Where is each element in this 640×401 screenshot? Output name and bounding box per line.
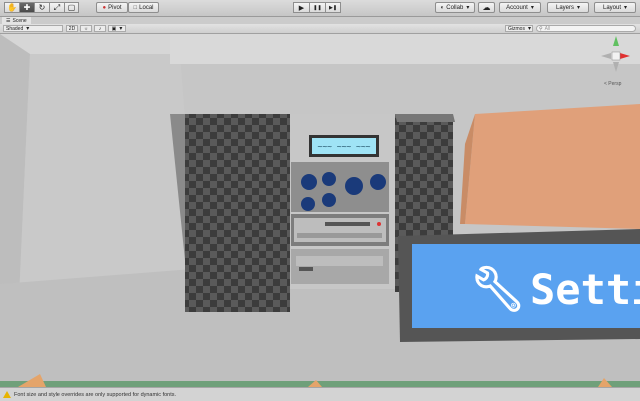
deck-slot bbox=[325, 222, 370, 226]
scene-viewport[interactable]: ~~~ ~~~ ~~~ 🔧︎ Settin bbox=[0, 34, 640, 387]
mode-2d-toggle[interactable]: 2D bbox=[66, 25, 78, 32]
lighting-toggle[interactable]: ☼ bbox=[80, 25, 92, 32]
shading-mode-dropdown[interactable]: Shaded bbox=[3, 25, 63, 32]
local-label: Local bbox=[139, 4, 154, 11]
layers-dropdown[interactable]: Layers bbox=[547, 2, 589, 13]
local-icon: □ bbox=[133, 4, 138, 11]
knob-3 bbox=[345, 177, 363, 195]
left-speaker bbox=[185, 114, 290, 312]
collab-label: Collab bbox=[446, 4, 464, 11]
layout-dropdown[interactable]: Layout bbox=[594, 2, 636, 13]
knob-6 bbox=[322, 193, 336, 207]
gizmo-persp-label: < Persp bbox=[604, 81, 622, 87]
collab-icon: ◐ bbox=[440, 4, 445, 11]
step-icon: ▶❚ bbox=[328, 4, 338, 11]
playback-controls: ▶ ❚❚ ▶❚ bbox=[293, 2, 341, 13]
scene-tab-label: Scene bbox=[12, 17, 27, 24]
scale-icon: ⤢ bbox=[53, 2, 61, 12]
deck-strip bbox=[297, 233, 382, 238]
pivot-label: Pivot bbox=[108, 4, 122, 11]
layers-label: Layers bbox=[555, 4, 574, 11]
hand-tool-button[interactable]: ✋ bbox=[4, 2, 19, 13]
rect-tool-button[interactable]: ▢ bbox=[64, 2, 79, 13]
play-button[interactable]: ▶ bbox=[293, 2, 309, 13]
pause-icon: ❚❚ bbox=[313, 4, 322, 11]
ceiling bbox=[170, 34, 640, 64]
lower-slot bbox=[296, 256, 383, 266]
scene-tab-bar: ☰ Scene bbox=[0, 17, 640, 24]
gizmos-dropdown[interactable]: Gizmos bbox=[505, 25, 533, 32]
main-toolbar: ✋ ✚ ↻ ⤢ ▢ ● Pivot □ Local ▶ ❚❚ ▶❚ ◐ Coll… bbox=[0, 0, 640, 17]
wrench-icon: 🔧︎ bbox=[470, 264, 526, 315]
scene-search-field[interactable]: ⚲ All bbox=[536, 25, 636, 32]
audio-icon: ♪ bbox=[98, 25, 102, 32]
status-bar: Font size and style overrides are only s… bbox=[0, 387, 640, 401]
scene-render: ~~~ ~~~ ~~~ 🔧︎ Settin bbox=[0, 34, 640, 387]
tab-scene[interactable]: ☰ Scene bbox=[2, 17, 31, 24]
settings-sign: 🔧︎ Settin bbox=[398, 229, 640, 342]
gizmos-label: Gizmos bbox=[508, 25, 525, 32]
stereo-display-text: ~~~ ~~~ ~~~ bbox=[318, 142, 371, 151]
deck-led bbox=[377, 222, 381, 226]
knob-2 bbox=[322, 172, 336, 186]
effects-toggle[interactable]: ▣ bbox=[108, 25, 126, 32]
rect-icon: ▢ bbox=[67, 2, 76, 12]
move-icon: ✚ bbox=[23, 2, 31, 12]
rotate-icon: ↻ bbox=[38, 2, 46, 12]
audio-toggle[interactable]: ♪ bbox=[94, 25, 106, 32]
mode-2d-label: 2D bbox=[68, 25, 76, 32]
pause-button[interactable]: ❚❚ bbox=[309, 2, 325, 13]
play-icon: ▶ bbox=[298, 4, 305, 12]
gizmo-center bbox=[611, 51, 621, 61]
scene-icon: ☰ bbox=[6, 17, 11, 24]
knob-1 bbox=[301, 174, 317, 190]
status-message[interactable]: Font size and style overrides are only s… bbox=[14, 392, 176, 398]
account-dropdown[interactable]: Account bbox=[499, 2, 541, 13]
scene-search-placeholder: All bbox=[544, 25, 551, 32]
rotate-tool-button[interactable]: ↻ bbox=[34, 2, 49, 13]
settings-sign-label: Settin bbox=[530, 265, 640, 314]
step-button[interactable]: ▶❚ bbox=[325, 2, 341, 13]
deck-face bbox=[294, 218, 386, 242]
speaker-top bbox=[395, 114, 455, 122]
layout-label: Layout bbox=[602, 4, 621, 11]
pivot-toggle[interactable]: ● Pivot bbox=[96, 2, 128, 13]
local-toggle[interactable]: □ Local bbox=[128, 2, 159, 13]
knob-4 bbox=[370, 174, 386, 190]
move-tool-button[interactable]: ✚ bbox=[19, 2, 34, 13]
hand-icon: ✋ bbox=[7, 2, 17, 12]
lower-button bbox=[299, 267, 313, 271]
pivot-icon: ● bbox=[102, 4, 107, 11]
warning-icon bbox=[3, 391, 11, 398]
effects-icon: ▣ bbox=[111, 25, 117, 32]
scene-view-toolbar: Shaded 2D ☼ ♪ ▣ Gizmos ⚲ All bbox=[0, 24, 640, 34]
transform-tools: ✋ ✚ ↻ ⤢ ▢ bbox=[4, 2, 79, 13]
collab-dropdown[interactable]: ◐ Collab bbox=[435, 2, 475, 13]
cloud-button[interactable]: ☁ bbox=[478, 2, 495, 13]
cloud-icon: ☁ bbox=[482, 3, 491, 12]
scale-tool-button[interactable]: ⤢ bbox=[49, 2, 64, 13]
search-icon: ⚲ bbox=[539, 25, 543, 32]
table-top bbox=[465, 104, 640, 229]
account-label: Account bbox=[506, 4, 528, 11]
lighting-icon: ☼ bbox=[83, 25, 89, 32]
knob-5 bbox=[301, 197, 315, 211]
shading-mode-label: Shaded bbox=[6, 25, 24, 32]
lower-panel bbox=[291, 249, 389, 284]
